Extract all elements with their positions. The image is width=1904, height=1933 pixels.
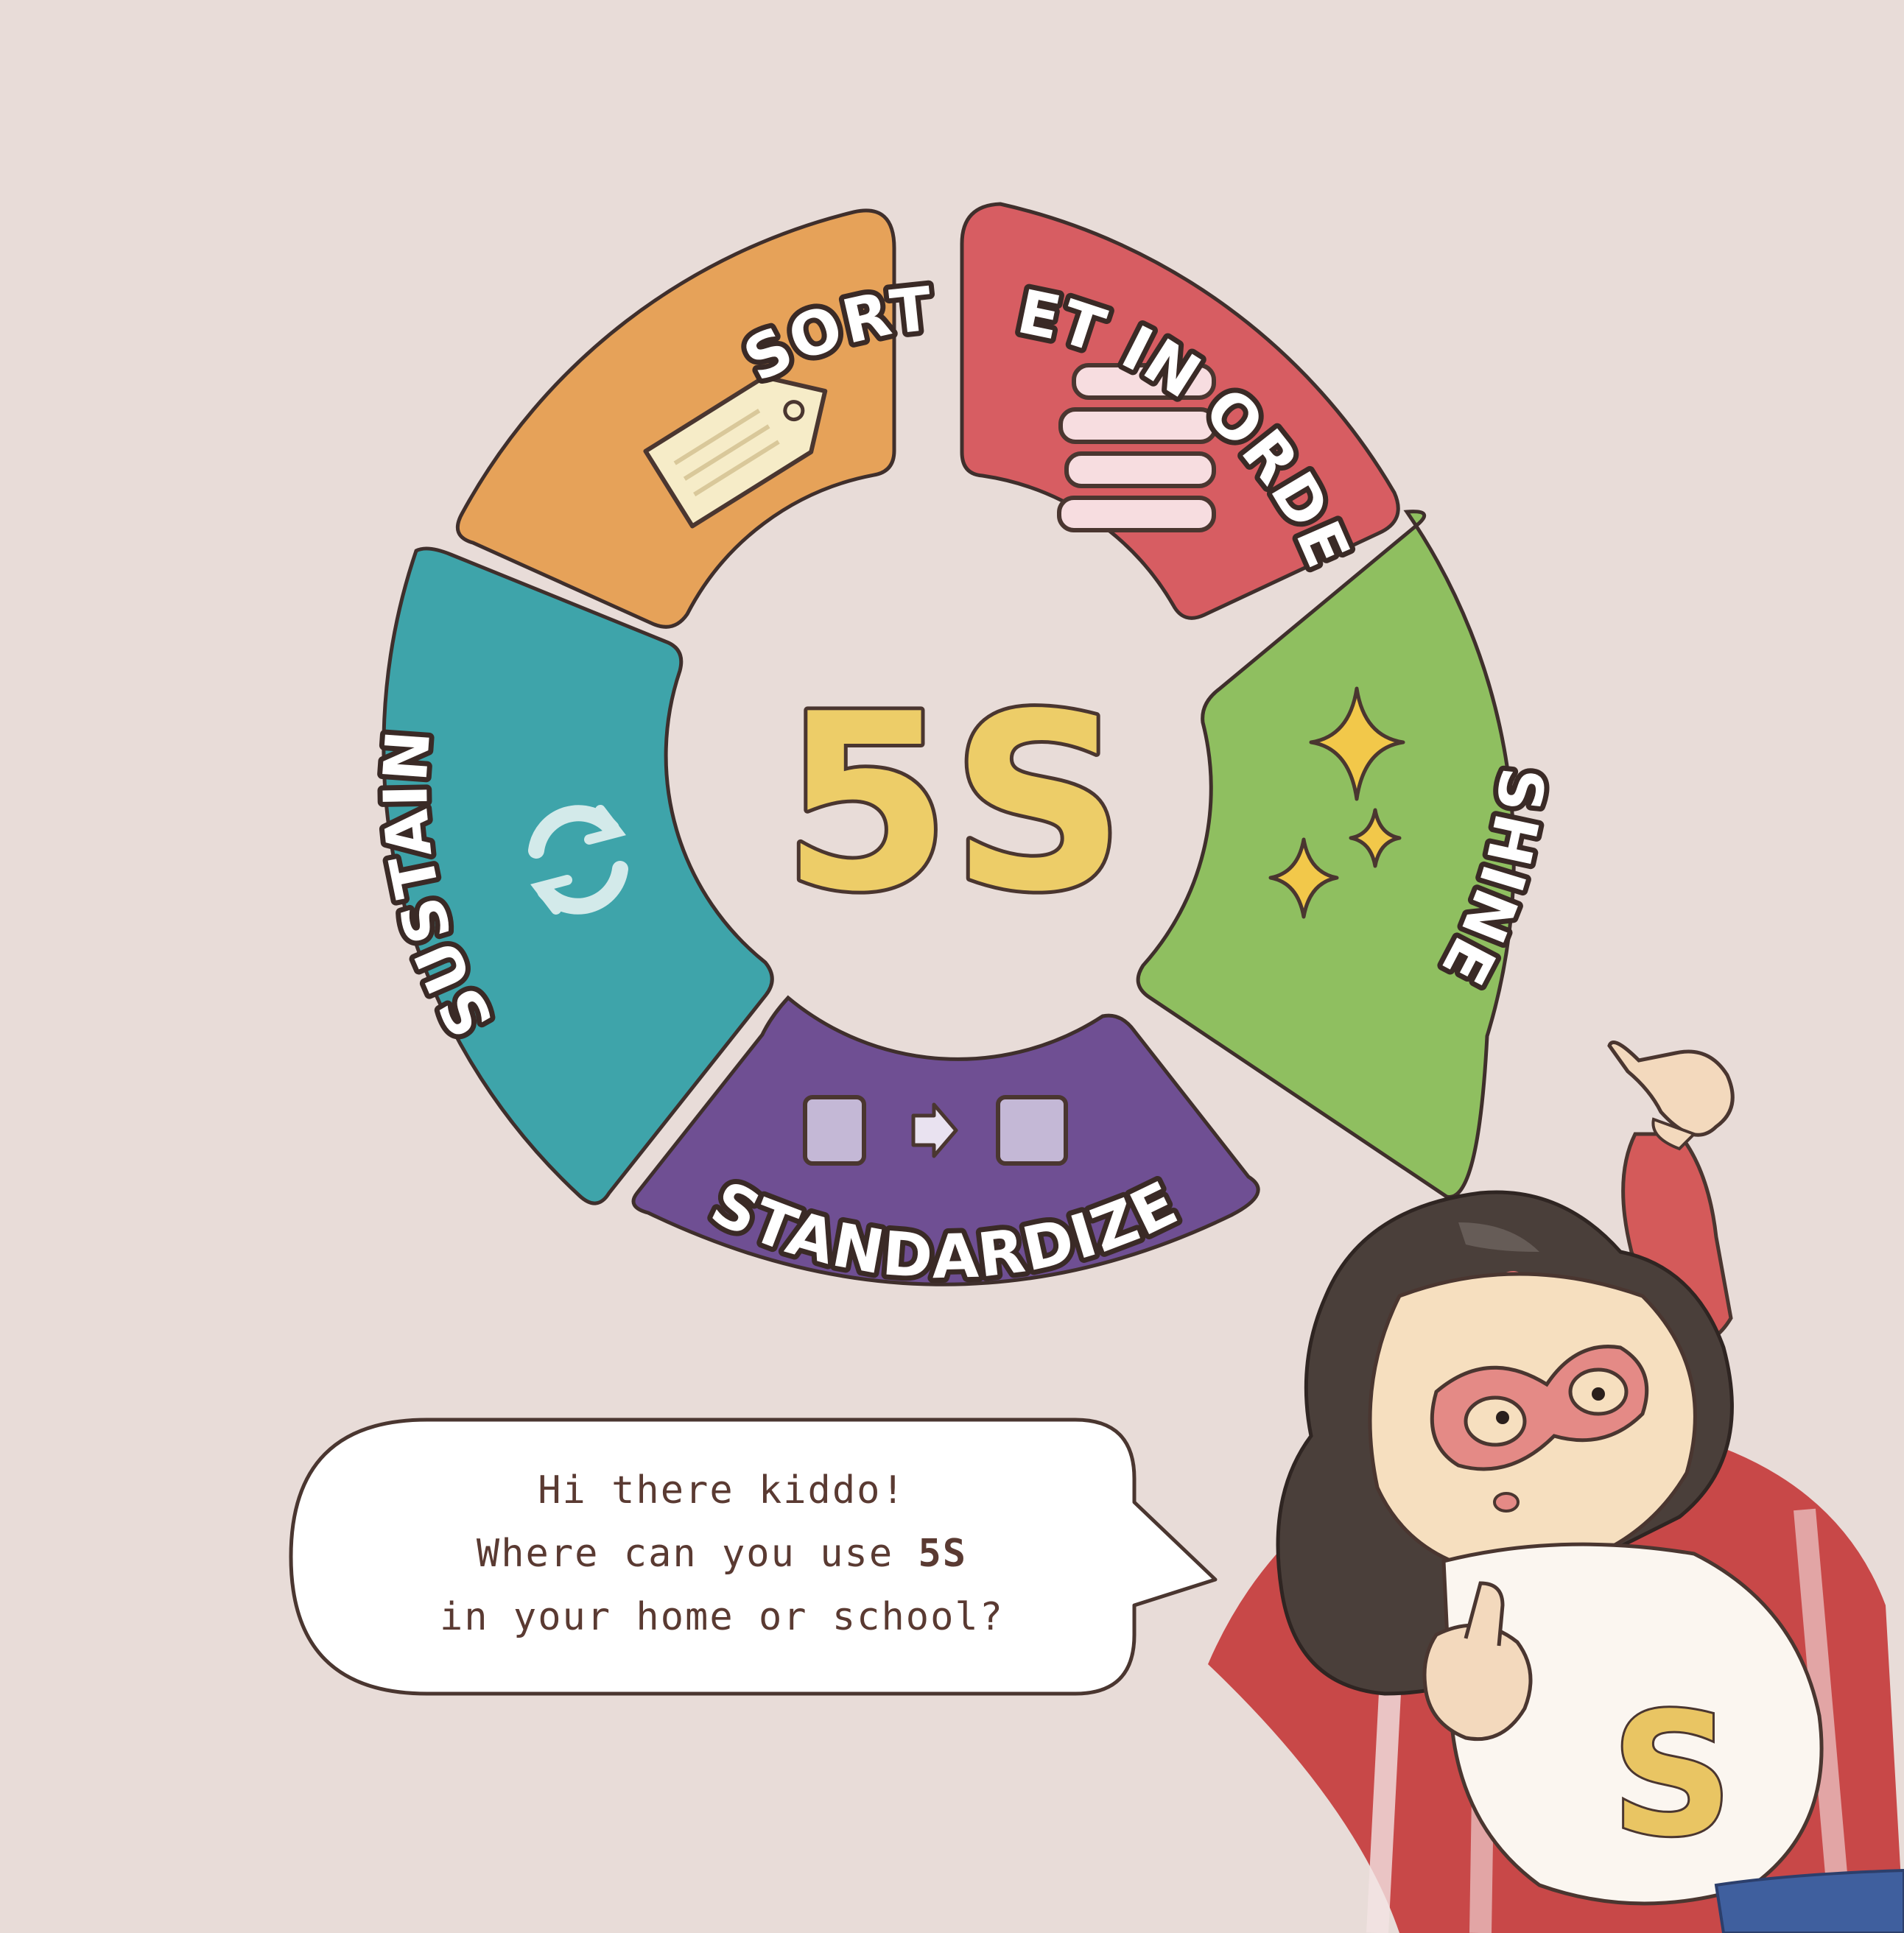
square-arrow-square-icon bbox=[803, 1095, 1068, 1166]
speech-line-2-bold: 5S bbox=[918, 1532, 968, 1576]
speech-text: Hi there kiddo! Where can you use 5S in … bbox=[295, 1406, 1149, 1701]
shirt-emblem: S bbox=[1611, 1677, 1733, 1874]
speech-line-2: Where can you use 5S bbox=[477, 1522, 967, 1585]
center-label: 5S bbox=[781, 662, 1125, 945]
speech-line-1: Hi there kiddo! bbox=[538, 1468, 906, 1513]
segment-sort bbox=[455, 208, 896, 629]
speech-line-3: in your home or school? bbox=[439, 1595, 1005, 1639]
speech-line-2-prefix: Where can you use bbox=[476, 1532, 918, 1576]
superhero-character: S bbox=[1208, 1041, 1904, 1933]
pointing-hand bbox=[1607, 1041, 1735, 1151]
